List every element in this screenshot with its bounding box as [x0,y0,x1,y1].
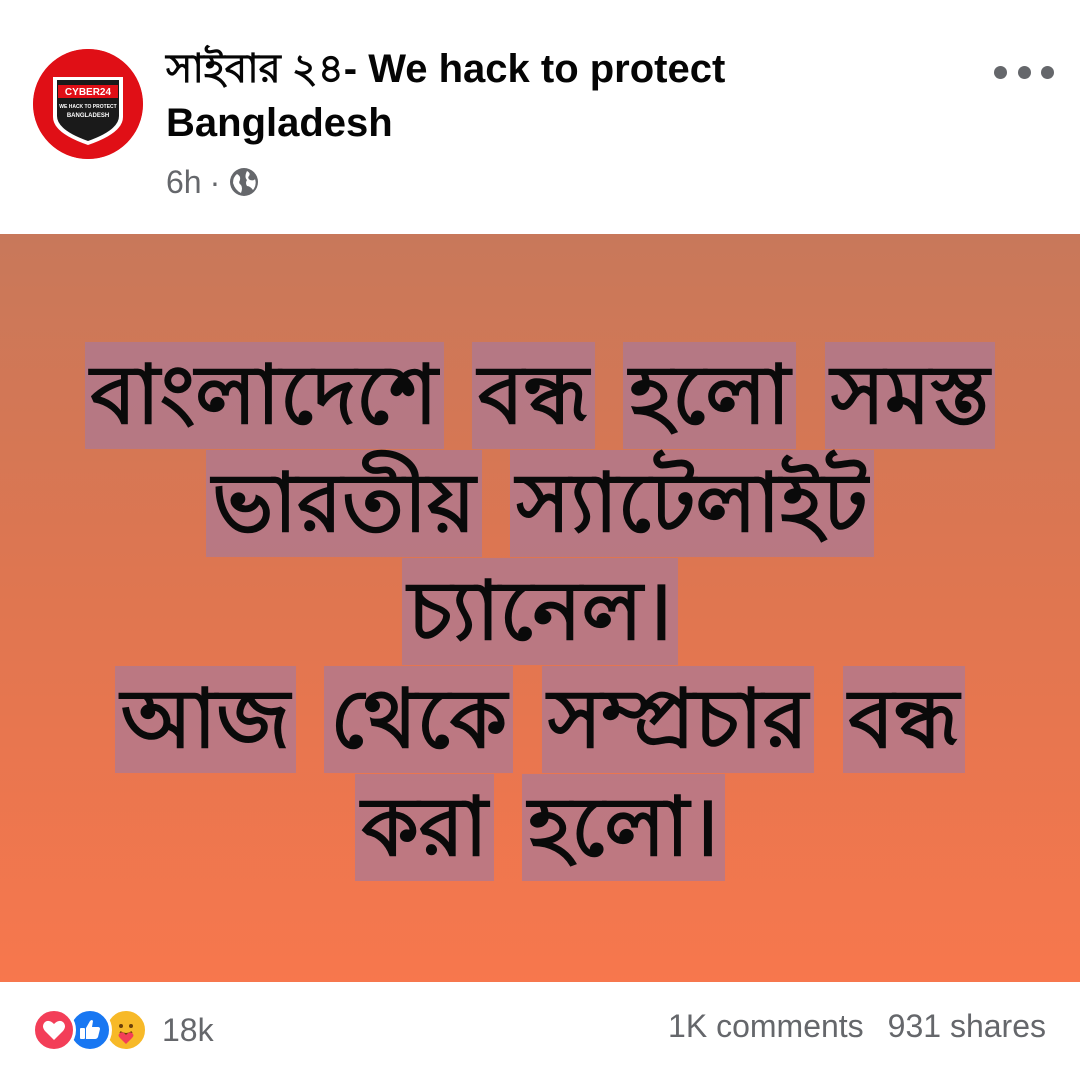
logo-subtitle: WE HACK TO PROTECT [59,104,116,110]
globe-icon[interactable] [228,166,260,198]
word: হলো [623,342,797,449]
post-header: CYBER24 WE HACK TO PROTECT BANGLADESH সা… [0,0,1080,234]
image-text: বাংলাদেশে বন্ধ হলো সমস্ত ভারতীয় স্যাটেল… [0,342,1080,882]
image-text-line-1: বাংলাদেশে বন্ধ হলো সমস্ত [0,342,1080,450]
word: সমস্ত [824,342,996,449]
word: করা [355,774,494,881]
reactions-summary[interactable]: 18k [32,1006,214,1054]
more-options-icon[interactable] [994,52,1054,92]
word: ভারতীয় [206,450,482,557]
page-name[interactable]: সাইবার ২৪- We hack to protect Bangladesh [166,42,866,150]
shares-count[interactable]: 931 shares [888,1008,1046,1045]
post-time[interactable]: 6h [166,164,202,201]
word: বাংলাদেশে [84,342,444,449]
image-text-line-4: আজ থেকে সম্প্রচার বন্ধ [0,666,1080,774]
word: থেকে [324,666,514,773]
meta-separator: · [209,163,221,200]
image-text-line-5: করা হলো। [0,774,1080,882]
post-meta: 6h · [166,162,260,202]
word: বন্ধ [472,342,595,449]
image-text-line-3: চ্যানেল। [0,558,1080,666]
word: বন্ধ [842,666,966,773]
post-image[interactable]: বাংলাদেশে বন্ধ হলো সমস্ত ভারতীয় স্যাটেল… [0,234,1080,982]
word: হলো। [522,774,725,881]
word: আজ [114,666,296,773]
more-dot [994,65,1007,79]
word: স্যাটেলাইট [510,450,874,557]
comments-count[interactable]: 1K comments [668,1008,864,1045]
word: চ্যানেল। [401,558,679,665]
logo-subtitle-2: BANGLADESH [67,113,109,119]
more-dot [1041,65,1054,79]
page-avatar[interactable]: CYBER24 WE HACK TO PROTECT BANGLADESH [33,49,143,159]
facebook-post: CYBER24 WE HACK TO PROTECT BANGLADESH সা… [0,0,1080,1080]
love-icon [32,1008,76,1052]
post-footer: 18k 1K comments 931 shares [0,982,1080,1080]
word: সম্প্রচার [541,666,814,773]
image-text-line-2: ভারতীয় স্যাটেলাইট [0,450,1080,558]
post-stats: 1K comments 931 shares [668,1008,1046,1045]
logo-title: CYBER24 [65,87,112,98]
reaction-count: 18k [162,1011,214,1048]
more-dot [1017,65,1031,79]
cyber24-logo: CYBER24 WE HACK TO PROTECT BANGLADESH [33,49,143,159]
